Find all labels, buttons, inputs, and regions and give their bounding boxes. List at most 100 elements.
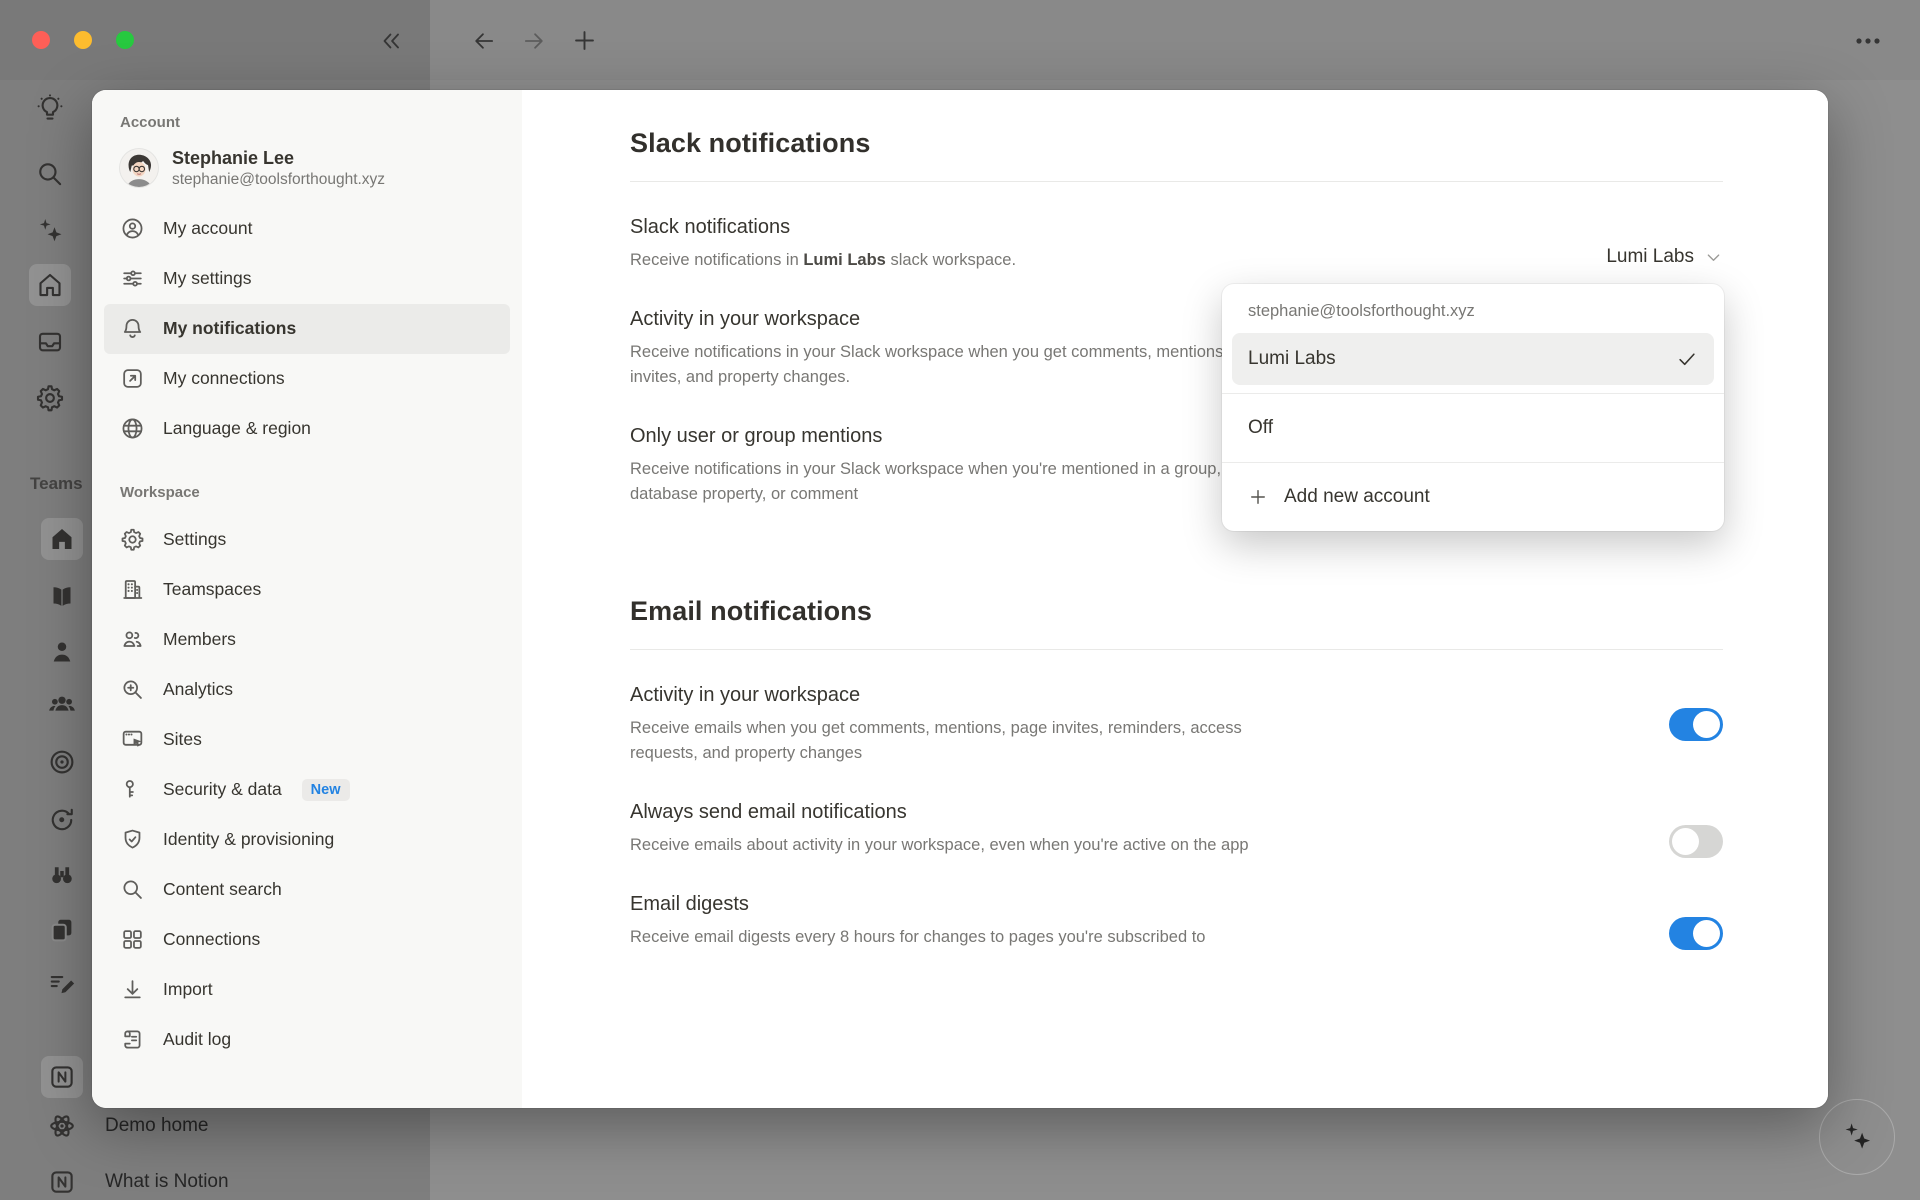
add-new-account-button[interactable]: Add new account: [1232, 471, 1714, 523]
people-filled-icon: [47, 691, 77, 721]
row-description: Receive emails when you get comments, me…: [630, 716, 1270, 767]
close-window-button[interactable]: [32, 31, 50, 49]
key-icon: [120, 777, 145, 802]
gear-icon: [35, 383, 65, 413]
row-description: Receive email digests every 8 hours for …: [630, 925, 1270, 951]
row-description: Receive notifications in Lumi Labs slack…: [630, 248, 1270, 274]
settings-row-always-send-email-notifications: Always send email notifications Receive …: [630, 801, 1723, 859]
sidebar-item-teamspaces[interactable]: Teamspaces: [104, 565, 510, 615]
sidebar-item-members[interactable]: Members: [104, 615, 510, 665]
home-filled-icon: [47, 524, 77, 554]
grid-icon: [120, 927, 145, 952]
sidebar-item-import[interactable]: Import: [104, 965, 510, 1015]
magnifier-plus-icon: [120, 677, 145, 702]
check-icon: [1676, 348, 1698, 370]
lightbulb-icon: [35, 93, 65, 123]
row-title: Always send email notifications: [630, 801, 1723, 824]
download-icon: [120, 977, 145, 1002]
selected-workspace-value: Lumi Labs: [1606, 246, 1694, 268]
person-icon: [47, 637, 77, 667]
sidebar-item-identity-provisioning[interactable]: Identity & provisioning: [104, 815, 510, 865]
toggle-knob: [1693, 920, 1720, 947]
dropdown-divider: [1222, 393, 1724, 394]
dropdown-account-header: stephanie@toolsforthought.xyz: [1222, 292, 1724, 333]
sidebar-item-my-connections[interactable]: My connections: [104, 354, 510, 404]
toggle-always-send-email-notifications[interactable]: [1669, 825, 1723, 858]
settings-dialog: Account Stephanie Lee stephanie@toolsfor…: [92, 90, 1828, 1108]
row-title: Slack notifications: [630, 216, 1723, 239]
teams-section-label: Teams: [30, 474, 83, 494]
account-user-row[interactable]: Stephanie Lee stephanie@toolsforthought.…: [114, 145, 508, 192]
magnifier-icon: [120, 877, 145, 902]
rail-item-what-is-notion[interactable]: What is Notion: [41, 1161, 229, 1200]
zoom-window-button[interactable]: [116, 31, 134, 49]
row-title: Activity in your workspace: [630, 684, 1723, 707]
sidebar-item-my-notifications[interactable]: My notifications: [104, 304, 510, 354]
account-menu: My account My settings My notifications …: [92, 204, 522, 454]
workspace-section-label: Workspace: [120, 484, 522, 501]
new-badge: New: [302, 779, 350, 801]
settings-sidebar: Account Stephanie Lee stephanie@toolsfor…: [92, 90, 522, 1108]
sliders-icon: [120, 266, 145, 291]
sidebar-item-my-settings[interactable]: My settings: [104, 254, 510, 304]
sidebar-item-analytics[interactable]: Analytics: [104, 665, 510, 715]
plus-icon: [1248, 487, 1268, 507]
row-title: Email digests: [630, 893, 1723, 916]
refresh-icon: [47, 805, 77, 835]
arrow-up-right-box-icon: [120, 366, 145, 391]
sidebar-item-audit-log[interactable]: Audit log: [104, 1015, 510, 1065]
building-icon: [120, 577, 145, 602]
settings-row-activity-in-your-workspace: Activity in your workspace Receive email…: [630, 684, 1723, 767]
home-icon: [35, 270, 65, 300]
workspace-menu: Settings Teamspaces Members Analytics: [92, 515, 522, 1065]
rail-item-i[interactable]: I: [29, 321, 98, 363]
slack-workspace-select[interactable]: Lumi Labs: [1606, 246, 1723, 268]
toggle-activity-in-your-workspace[interactable]: [1669, 708, 1723, 741]
copy-icon: [47, 915, 77, 945]
forward-arrow-icon[interactable]: [521, 28, 547, 54]
email-notifications-heading: Email notifications: [630, 596, 1723, 627]
row-description: Receive emails about activity in your wo…: [630, 833, 1270, 859]
account-section-label: Account: [120, 114, 522, 131]
binoculars-icon: [47, 860, 77, 890]
notion-cube-icon: [47, 1167, 77, 1197]
sidebar-item-content-search[interactable]: Content search: [104, 865, 510, 915]
rail-item-demo-home[interactable]: Demo home: [41, 1105, 209, 1147]
workspace-dropdown-menu: stephanie@toolsforthought.xyz Lumi Labs …: [1222, 284, 1724, 531]
bell-icon: [120, 316, 145, 341]
slack-notifications-heading: Slack notifications: [630, 128, 1723, 159]
sparkles-icon: [1840, 1120, 1874, 1154]
sparkles-icon: [35, 216, 65, 246]
notion-ai-button[interactable]: [1819, 1099, 1895, 1175]
shield-check-icon: [120, 827, 145, 852]
toggle-knob: [1693, 711, 1720, 738]
sidebar-item-settings[interactable]: Settings: [104, 515, 510, 565]
sidebar-item-language-region[interactable]: Language & region: [104, 404, 510, 454]
more-options-icon[interactable]: [1853, 28, 1883, 54]
avatar: [120, 149, 158, 187]
browser-icon: [120, 727, 145, 752]
user-name: Stephanie Lee: [172, 147, 385, 170]
minimize-window-button[interactable]: [74, 31, 92, 49]
atom-icon: [47, 1111, 77, 1141]
window-controls: [32, 31, 134, 49]
new-tab-icon[interactable]: [571, 27, 598, 54]
sidebar-item-security-data[interactable]: Security & data New: [104, 765, 510, 815]
sidebar-item-my-account[interactable]: My account: [104, 204, 510, 254]
dropdown-option-off[interactable]: Off: [1232, 402, 1714, 454]
dropdown-option-lumi-labs[interactable]: Lumi Labs: [1232, 333, 1714, 385]
gear-icon: [120, 527, 145, 552]
email-rows: Activity in your workspace Receive email…: [630, 684, 1723, 950]
back-arrow-icon[interactable]: [471, 28, 497, 54]
background-titlebar: [0, 0, 1920, 80]
magnifier-icon: [35, 159, 65, 189]
sidebar-item-connections[interactable]: Connections: [104, 915, 510, 965]
target-icon: [47, 747, 77, 777]
globe-icon: [120, 416, 145, 441]
book-icon: [47, 582, 77, 612]
toggle-email-digests[interactable]: [1669, 917, 1723, 950]
divider: [630, 181, 1723, 182]
divider: [630, 649, 1723, 650]
sidebar-item-sites[interactable]: Sites: [104, 715, 510, 765]
sidebar-collapse-icon[interactable]: [378, 28, 404, 54]
